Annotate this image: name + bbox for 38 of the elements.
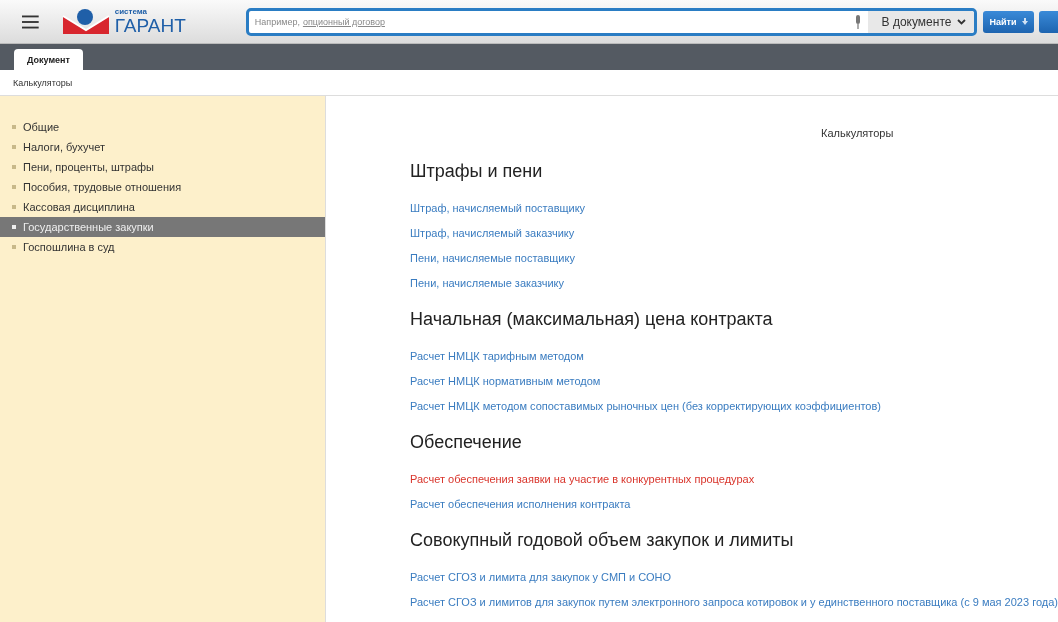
section-heading: Совокупный годовой объем закупок и лимиты <box>410 529 795 551</box>
calculator-link[interactable]: Штраф, начисляемый заказчику <box>410 227 575 239</box>
section-heading: Обеспечение <box>410 431 523 453</box>
calculator-link[interactable]: Расчет СГОЗ и лимита для закупок у СМП и СОНО <box>410 571 672 583</box>
logo-title: ГАРАНТ <box>114 16 186 35</box>
section-heading: Штрафы и пени <box>410 160 544 182</box>
sidebar-item[interactable]: Кассовая дисциплина <box>0 197 326 217</box>
calculator-link[interactable]: Расчет НМЦК тарифным методом <box>410 350 584 362</box>
toolbar-button[interactable] <box>1039 10 1058 33</box>
hint-link[interactable]: опционный договор <box>302 16 385 27</box>
sidebar-item[interactable]: Госпошлина в суд <box>0 237 326 257</box>
calculator-link[interactable]: Расчет НМЦК нормативным методом <box>410 375 601 387</box>
sidebar-item[interactable]: Пособия, трудовые отношения <box>0 177 326 197</box>
calculator-link[interactable]: Штраф, начисляемый поставщику <box>410 202 586 214</box>
sidebar-item[interactable]: Государственные закупки <box>0 217 326 237</box>
search-field[interactable]: Например, опционный договор В документе <box>245 7 977 36</box>
calculator-link[interactable]: Расчет СГОЗ и лимитов для закупок путем электронного запроса котировок и у единственного поставщика (с 9 мая 2023 года) <box>410 596 1058 608</box>
calculator-link[interactable]: Расчет обеспечения исполнения контракта <box>410 498 631 510</box>
menu-icon[interactable] <box>22 14 39 29</box>
logo-icon <box>60 7 111 36</box>
breadcrumb[interactable]: Калькуляторы <box>13 77 73 88</box>
page-title: Калькуляторы <box>820 126 895 140</box>
find-button[interactable]: Найти <box>982 10 1035 33</box>
arrow-down-icon <box>1021 18 1028 25</box>
scope-dropdown[interactable]: В документе <box>867 10 974 33</box>
caret-icon <box>956 18 966 25</box>
section-heading: Начальная (максимальная) цена контракта <box>410 308 774 330</box>
calculator-link[interactable]: Пени, начисляемые заказчику <box>410 277 565 289</box>
calculator-link[interactable]: Расчет НМЦК методом сопоставимых рыночных цен (без корректирующих коэффициентов) <box>410 400 881 412</box>
tab[interactable]: Документ <box>14 49 83 70</box>
logo-caption: система <box>114 8 149 16</box>
sidebar-item[interactable]: Общие <box>0 117 326 137</box>
sidebar-item[interactable]: Пени, проценты, штрафы <box>0 157 326 177</box>
calculator-link[interactable]: Расчет обеспечения заявки на участие в конкурентных процедурах <box>410 473 755 485</box>
search-hint: Например, <box>254 16 300 27</box>
sidebar-item[interactable]: Налоги, бухучет <box>0 137 326 157</box>
microphone-icon[interactable] <box>853 14 862 29</box>
calculator-link[interactable]: Пени, начисляемые поставщику <box>410 252 575 264</box>
